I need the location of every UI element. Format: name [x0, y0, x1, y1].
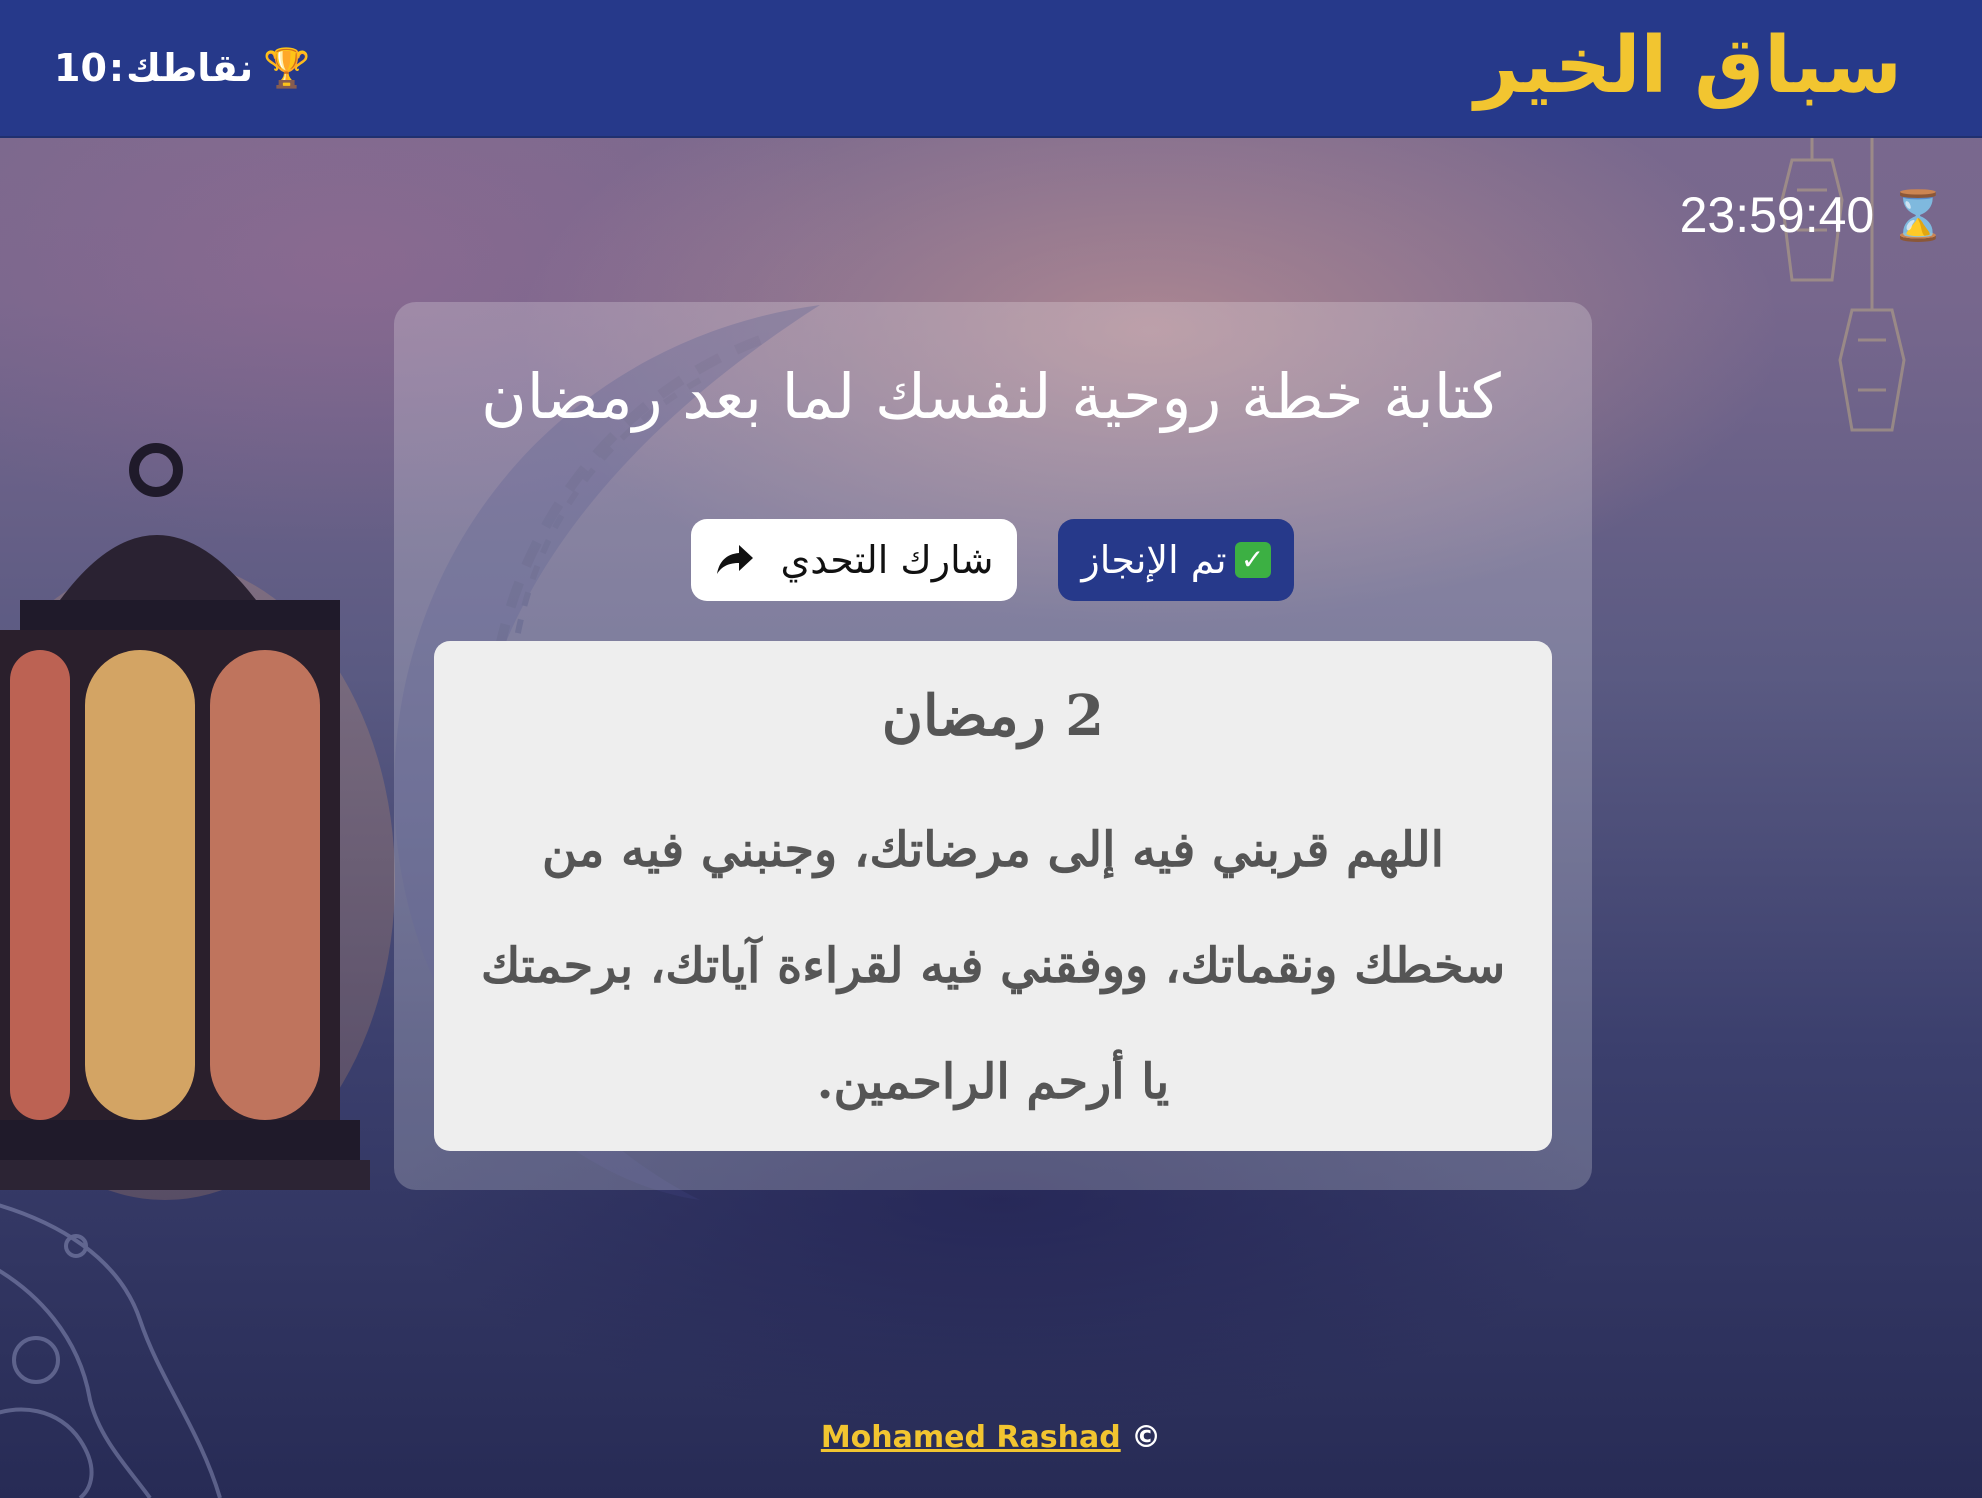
top-header: سباق الخير 🏆 نقاطك : 10: [0, 0, 1982, 138]
countdown-timer: 23:59:40 ⌛: [1680, 186, 1948, 244]
check-icon: ✓: [1234, 542, 1271, 578]
share-challenge-button[interactable]: شارك التحدي: [691, 519, 1017, 601]
mark-done-button[interactable]: ✓ تم الإنجاز: [1058, 519, 1294, 601]
mark-done-label: تم الإنجاز: [1081, 538, 1227, 582]
challenge-title: كتابة خطة روحية لنفسك لما بعد رمضان: [481, 360, 1501, 433]
points-counter: 🏆 نقاطك : 10: [54, 40, 310, 96]
timer-value: 23:59:40: [1679, 187, 1875, 243]
ramadan-day-title: 2 رمضان: [881, 683, 1105, 749]
copyright-symbol: ©: [1131, 1420, 1162, 1455]
share-arrow-icon: [716, 545, 753, 574]
points-value: 10: [54, 46, 107, 90]
points-label: نقاطك: [126, 46, 254, 90]
hourglass-icon: ⌛: [1888, 189, 1948, 243]
app-logo[interactable]: سباق الخير: [1475, 18, 1904, 114]
points-separator: :: [108, 46, 125, 90]
lantern-decoration: [0, 443, 395, 1200]
footer: Mohamed Rashad ©: [0, 1420, 1982, 1455]
trophy-icon: 🏆: [263, 45, 311, 90]
dua-text: اللهم قربني فيه إلى مرضاتك، وجنبني فيه م…: [480, 822, 1506, 1110]
share-label: شارك التحدي: [780, 538, 994, 582]
author-link[interactable]: Mohamed Rashad: [821, 1420, 1121, 1455]
